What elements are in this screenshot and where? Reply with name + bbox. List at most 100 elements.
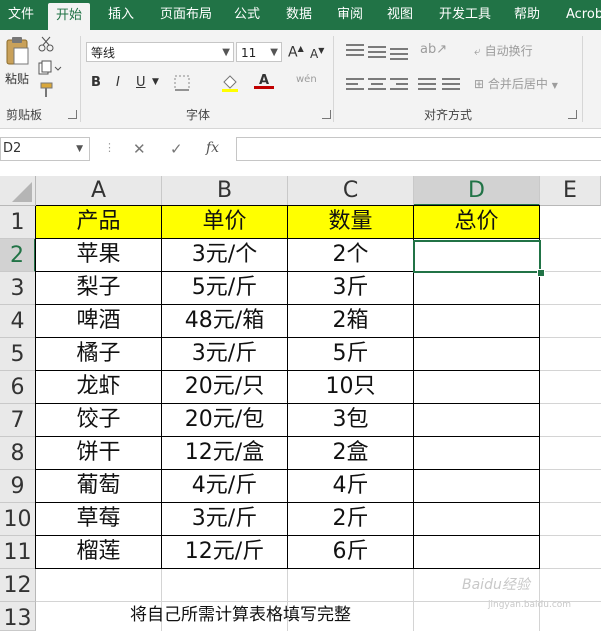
fill-color-icon[interactable] — [220, 74, 242, 92]
cancel-icon[interactable]: ✕ — [133, 140, 146, 158]
tab-developer[interactable]: 开发工具 — [439, 0, 491, 30]
tab-page-layout[interactable]: 页面布局 — [160, 0, 212, 30]
underline-button[interactable]: U — [136, 75, 146, 90]
tab-data[interactable]: 数据 — [286, 0, 312, 30]
table-cell[interactable] — [414, 404, 540, 437]
table-cell[interactable] — [414, 437, 540, 470]
table-cell[interactable]: 梨子 — [36, 272, 162, 305]
table-cell[interactable]: 2箱 — [288, 305, 414, 338]
table-cell[interactable] — [414, 536, 540, 569]
table-header-cell[interactable]: 产品 — [36, 206, 162, 239]
table-cell[interactable]: 12元/盒 — [162, 437, 288, 470]
font-name-select[interactable]: 等线 ▼ — [86, 42, 234, 62]
table-cell[interactable]: 3包 — [288, 404, 414, 437]
table-cell[interactable]: 2个 — [288, 239, 414, 272]
table-header-cell[interactable]: 单价 — [162, 206, 288, 239]
table-cell[interactable]: 饼干 — [36, 437, 162, 470]
merge-center-button[interactable]: ⊞ 合并后居中 ▼ — [474, 75, 558, 92]
enter-icon[interactable]: ✓ — [170, 140, 183, 158]
table-cell[interactable] — [414, 338, 540, 371]
row-header-2[interactable]: 2 — [0, 239, 36, 272]
row-header-13[interactable]: 13 — [0, 602, 36, 631]
align-bottom-icon[interactable] — [390, 48, 408, 62]
tab-view[interactable]: 视图 — [387, 0, 413, 30]
align-right-icon[interactable] — [390, 78, 408, 92]
table-cell[interactable]: 5斤 — [288, 338, 414, 371]
table-cell[interactable]: 3斤 — [288, 272, 414, 305]
table-cell[interactable]: 啤酒 — [36, 305, 162, 338]
table-cell[interactable]: 2盒 — [288, 437, 414, 470]
table-cell[interactable]: 4斤 — [288, 470, 414, 503]
tab-help[interactable]: 帮助 — [514, 0, 540, 30]
column-header-d[interactable]: D — [414, 176, 540, 206]
resize-handle-icon[interactable]: ⋮ — [104, 141, 115, 154]
format-painter-icon[interactable] — [38, 82, 54, 98]
table-cell[interactable]: 3元/个 — [162, 239, 288, 272]
table-cell[interactable] — [414, 470, 540, 503]
table-cell[interactable]: 3元/斤 — [162, 338, 288, 371]
alignment-launcher-icon[interactable] — [568, 110, 577, 119]
wrap-text-button[interactable]: ⤶ 自动换行 — [474, 42, 533, 59]
table-cell[interactable]: 6斤 — [288, 536, 414, 569]
table-cell[interactable]: 4元/斤 — [162, 470, 288, 503]
align-left-icon[interactable] — [346, 78, 364, 92]
table-cell[interactable]: 饺子 — [36, 404, 162, 437]
row-header-3[interactable]: 3 — [0, 272, 36, 305]
table-cell[interactable]: 龙虾 — [36, 371, 162, 404]
table-cell[interactable]: 12元/斤 — [162, 536, 288, 569]
row-header-4[interactable]: 4 — [0, 305, 36, 338]
clipboard-launcher-icon[interactable] — [68, 110, 77, 119]
insert-function-icon[interactable]: fx — [206, 140, 219, 156]
align-center-icon[interactable] — [368, 78, 386, 92]
phonetic-guide-button[interactable]: wén — [296, 74, 317, 85]
font-color-button[interactable]: A — [254, 73, 274, 89]
table-cell[interactable]: 榴莲 — [36, 536, 162, 569]
table-cell[interactable]: 橘子 — [36, 338, 162, 371]
tab-formulas[interactable]: 公式 — [234, 0, 260, 30]
row-header-5[interactable]: 5 — [0, 338, 36, 371]
table-header-cell[interactable]: 总价 — [414, 206, 540, 239]
column-header-e[interactable]: E — [540, 176, 601, 206]
table-cell[interactable]: 草莓 — [36, 503, 162, 536]
table-cell[interactable]: 20元/包 — [162, 404, 288, 437]
table-cell[interactable]: 10只 — [288, 371, 414, 404]
table-header-cell[interactable]: 数量 — [288, 206, 414, 239]
table-cell[interactable]: 5元/斤 — [162, 272, 288, 305]
bold-button[interactable]: B — [91, 75, 101, 90]
align-middle-icon[interactable] — [368, 46, 386, 60]
tab-file[interactable]: 文件 — [8, 0, 34, 30]
table-cell[interactable]: 3元/斤 — [162, 503, 288, 536]
row-header-8[interactable]: 8 — [0, 437, 36, 470]
italic-button[interactable]: I — [116, 75, 120, 90]
orientation-icon[interactable]: ab↗ — [420, 42, 447, 57]
table-cell[interactable] — [414, 272, 540, 305]
table-cell[interactable]: 苹果 — [36, 239, 162, 272]
borders-icon[interactable] — [172, 74, 192, 92]
table-cell[interactable]: 2斤 — [288, 503, 414, 536]
row-header-11[interactable]: 11 — [0, 536, 36, 569]
increase-indent-icon[interactable] — [442, 78, 460, 92]
tab-insert[interactable]: 插入 — [108, 0, 134, 30]
row-header-1[interactable]: 1 — [0, 206, 36, 239]
table-cell[interactable]: 48元/箱 — [162, 305, 288, 338]
align-top-icon[interactable] — [346, 44, 364, 58]
row-header-6[interactable]: 6 — [0, 371, 36, 404]
copy-icon[interactable] — [38, 60, 62, 76]
select-all-button[interactable] — [0, 176, 36, 206]
column-header-c[interactable]: C — [288, 176, 414, 206]
column-header-b[interactable]: B — [162, 176, 288, 206]
name-box[interactable]: D2 ▼ — [0, 137, 90, 161]
row-header-10[interactable]: 10 — [0, 503, 36, 536]
tab-review[interactable]: 审阅 — [337, 0, 363, 30]
table-cell[interactable]: 葡萄 — [36, 470, 162, 503]
shrink-font-button[interactable]: A▼ — [310, 46, 324, 61]
fill-handle[interactable] — [537, 269, 545, 277]
formula-input[interactable] — [236, 137, 601, 161]
table-cell[interactable] — [414, 371, 540, 404]
table-cell[interactable]: 20元/只 — [162, 371, 288, 404]
tab-acrobat[interactable]: Acroba — [566, 0, 601, 30]
table-cell[interactable] — [414, 503, 540, 536]
decrease-indent-icon[interactable] — [418, 78, 436, 92]
underline-dropdown-icon[interactable]: ▼ — [152, 77, 159, 87]
row-header-12[interactable]: 12 — [0, 569, 36, 602]
